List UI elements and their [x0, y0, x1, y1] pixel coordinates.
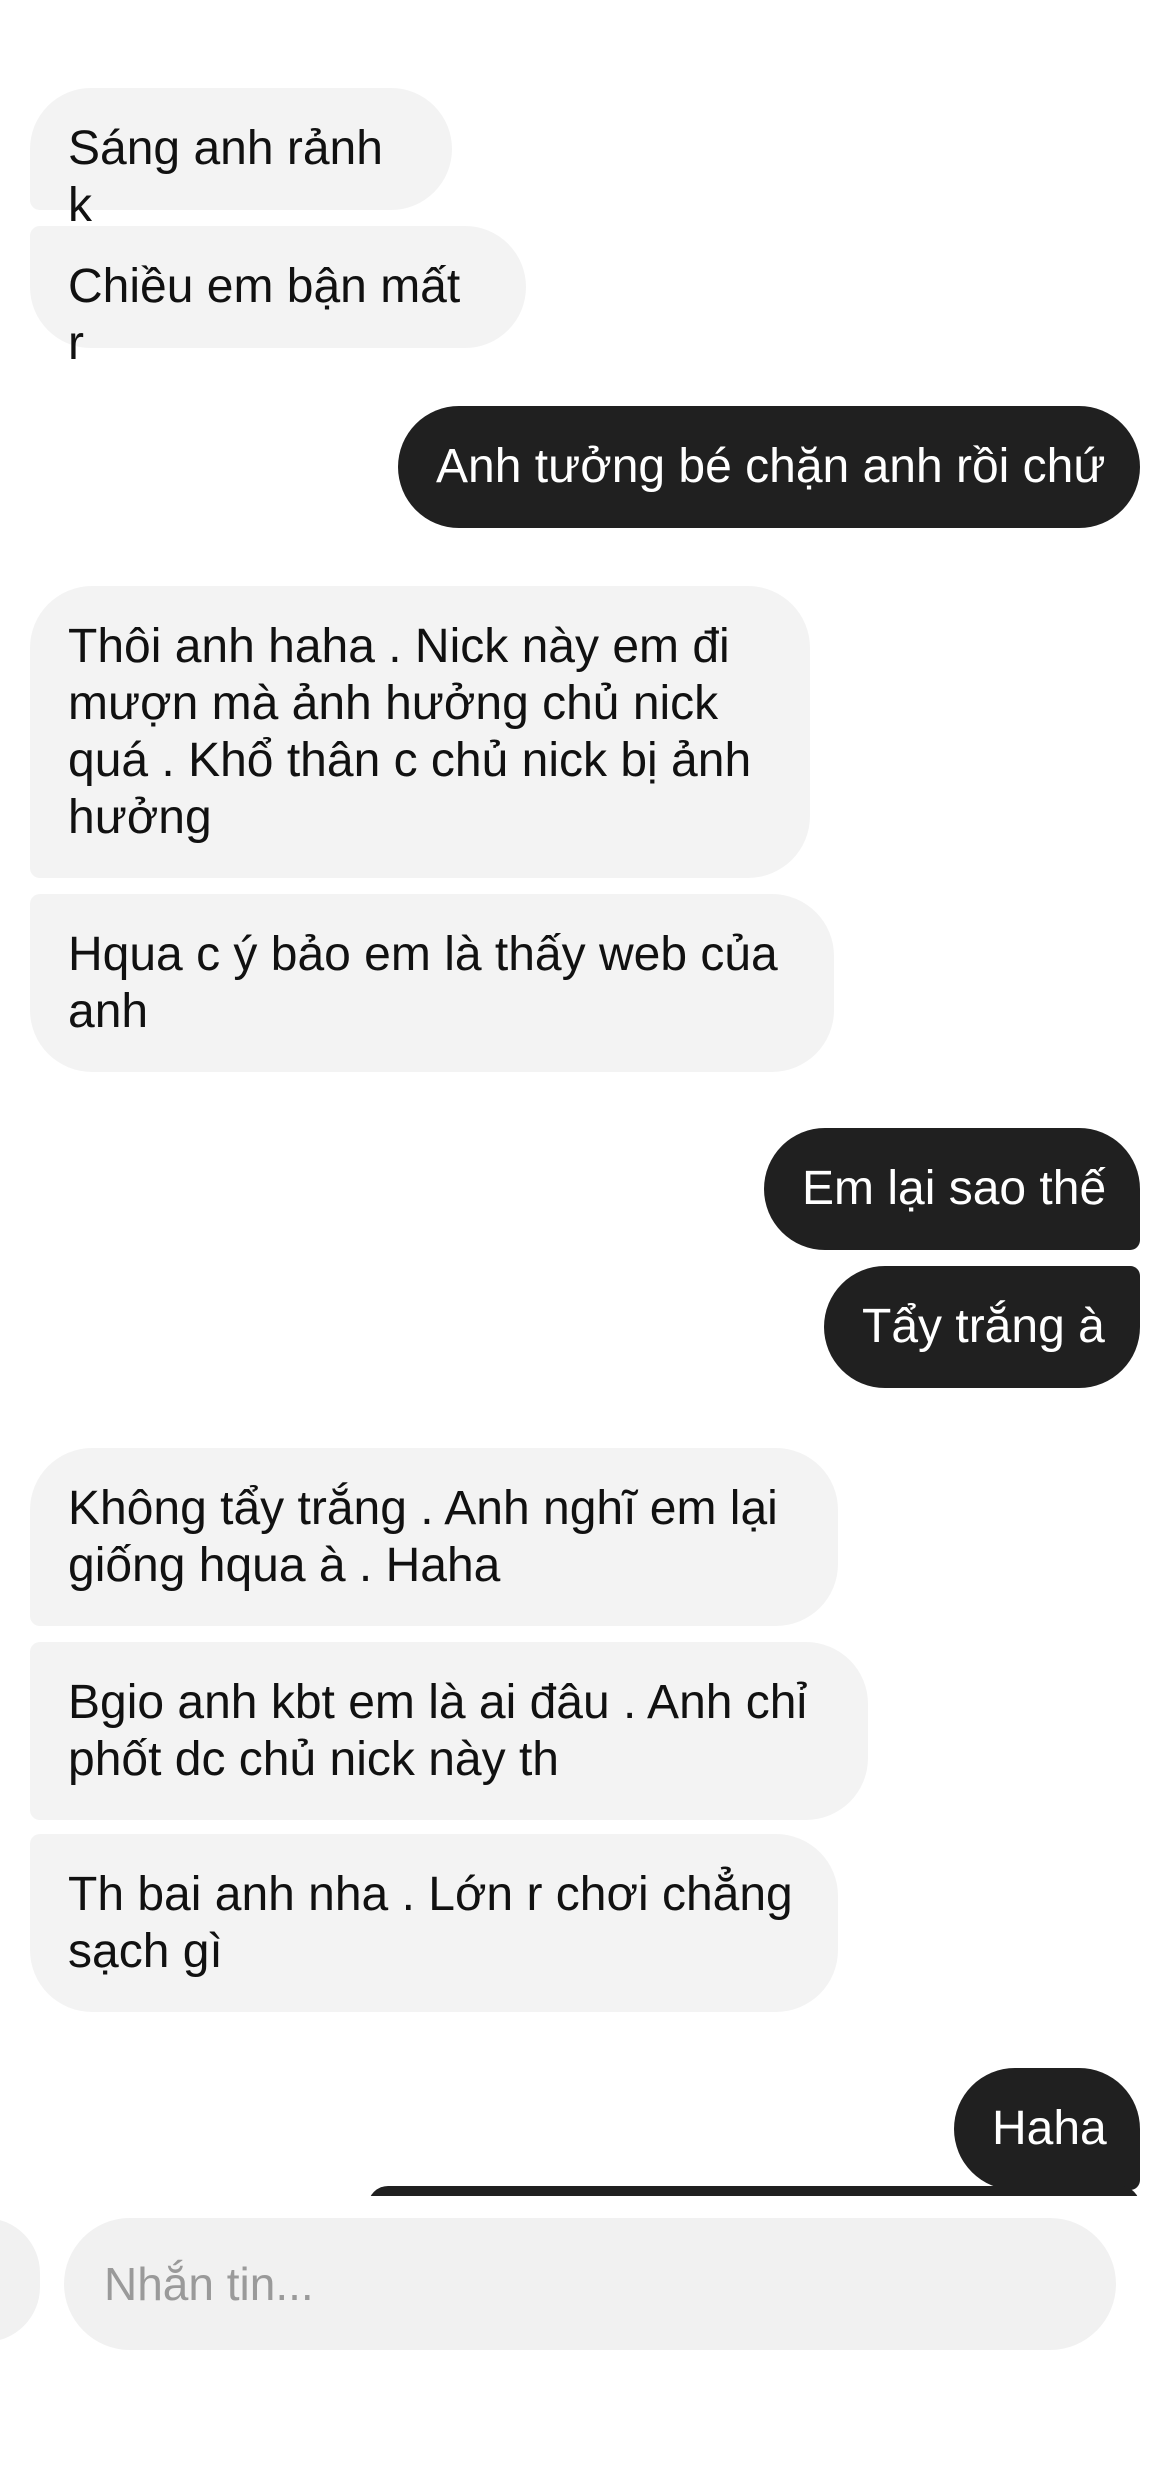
- message-incoming[interactable]: Chiều em bận mất r: [30, 226, 526, 370]
- message-composer: [0, 2196, 1164, 2481]
- message-text: Haha: [992, 2102, 1107, 2155]
- message-text: Anh tưởng bé chặn anh rồi chứ: [436, 440, 1106, 493]
- message-input[interactable]: [64, 2218, 1116, 2350]
- message-incoming[interactable]: Bgio anh kbt em là ai đâu . Anh chỉ phốt…: [30, 1642, 868, 1820]
- message-incoming[interactable]: Thôi anh haha . Nick này em đi mượn mà ả…: [30, 586, 810, 878]
- message-incoming[interactable]: Sáng anh rảnh k: [30, 88, 452, 232]
- message-text: Tẩy trắng à: [862, 1300, 1105, 1353]
- message-outgoing[interactable]: Haha: [954, 2068, 1140, 2190]
- chat-screen: Sáng anh rảnh k Chiều em bận mất r Anh t…: [0, 0, 1164, 2481]
- camera-button[interactable]: [0, 2218, 40, 2342]
- message-incoming[interactable]: Không tẩy trắng . Anh nghĩ em lại giống …: [30, 1448, 838, 1626]
- message-text: Bgio anh kbt em là ai đâu . Anh chỉ phốt…: [68, 1676, 808, 1786]
- message-text: Th bai anh nha . Lớn r chơi chẳng sạch g…: [68, 1868, 793, 1978]
- message-text: Sáng anh rảnh k: [68, 122, 383, 232]
- message-text: Hqua c ý bảo em là thấy web của anh: [68, 928, 778, 1038]
- message-incoming[interactable]: Hqua c ý bảo em là thấy web của anh: [30, 894, 834, 1072]
- message-text: Em lại sao thế: [802, 1162, 1107, 1215]
- message-text: Không tẩy trắng . Anh nghĩ em lại giống …: [68, 1482, 778, 1592]
- message-outgoing[interactable]: Em lại sao thế: [764, 1128, 1140, 1250]
- message-text: Thôi anh haha . Nick này em đi mượn mà ả…: [68, 620, 752, 844]
- message-text: Chiều em bận mất r: [68, 260, 461, 370]
- message-outgoing[interactable]: Anh tưởng bé chặn anh rồi chứ: [398, 406, 1140, 528]
- message-incoming[interactable]: Th bai anh nha . Lớn r chơi chẳng sạch g…: [30, 1834, 838, 2012]
- message-outgoing[interactable]: Tẩy trắng à: [824, 1266, 1140, 1388]
